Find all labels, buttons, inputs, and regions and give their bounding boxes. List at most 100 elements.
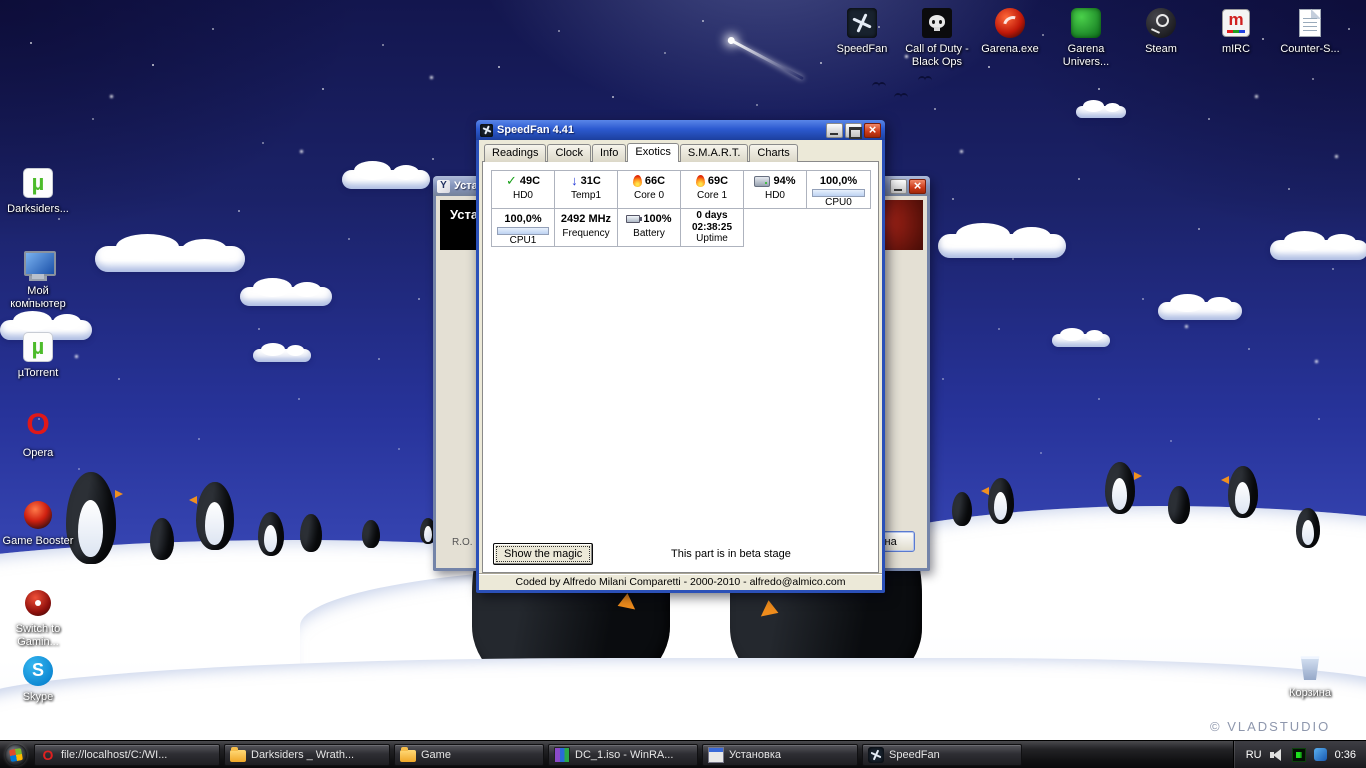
task-label: DC_1.iso - WinRA...	[575, 748, 674, 761]
speedfan-tray-icon[interactable]	[1291, 747, 1306, 762]
desktop-icon-garena-universe[interactable]: Garena Univers...	[1048, 6, 1124, 69]
penguin	[1221, 466, 1258, 518]
cpu0-progressbar	[812, 189, 865, 197]
skype-icon	[23, 656, 53, 686]
my-computer-icon	[22, 250, 56, 280]
speedfan-minimize-button[interactable]	[826, 122, 843, 138]
sensor-cell-cpu1: 100,0% CPU1	[492, 209, 555, 247]
penguin	[1105, 462, 1142, 514]
sensor-cell-core0: 66C Core 0	[618, 171, 681, 209]
desktop-icon-opera[interactable]: Opera	[0, 408, 76, 460]
desktop-icon-label: Мой компьютер	[10, 285, 66, 310]
desktop-icon-mirc[interactable]: mIRC	[1198, 6, 1274, 56]
sensor-value: 100,0%	[504, 213, 542, 225]
sensor-value: 100,0%	[819, 175, 858, 187]
game-booster-icon	[24, 501, 52, 529]
taskbar-task-speedfan[interactable]: SpeedFan	[862, 743, 1022, 766]
sensor-label: Temp1	[570, 190, 601, 201]
penguin	[1168, 486, 1190, 524]
check-icon	[506, 174, 517, 188]
start-button[interactable]	[0, 742, 32, 768]
desktop-icon-steam[interactable]: Steam	[1123, 6, 1199, 56]
penguin	[150, 518, 174, 560]
penguin	[981, 478, 1014, 524]
arrow-down-icon	[571, 174, 578, 188]
flame-icon	[632, 175, 642, 187]
installer-window-icon	[437, 179, 450, 193]
desktop-icon-game-booster[interactable]: Game Booster	[0, 498, 76, 548]
sensor-cell-cpu0: 100,0% CPU0	[807, 171, 871, 209]
task-label: SpeedFan	[889, 748, 940, 761]
sensor-cell-battery: 100% Battery	[618, 209, 681, 247]
speedfan-titlebar[interactable]: SpeedFan 4.41	[476, 120, 885, 140]
desktop-icon-call-of-duty[interactable]: Call of Duty - Black Ops	[899, 6, 975, 69]
volume-icon[interactable]	[1269, 748, 1284, 761]
setup-icon	[708, 746, 724, 763]
installer-minimize-button[interactable]	[890, 178, 907, 194]
sensor-value: 69C	[707, 175, 729, 187]
drive-icon	[754, 175, 771, 187]
desktop-icon-darksiders[interactable]: Darksiders...	[0, 166, 76, 216]
sensor-value: 100%	[643, 213, 672, 225]
desktop-icon-skype[interactable]: Skype	[0, 654, 76, 704]
speedfan-statusbar: Coded by Alfredo Milani Comparetti - 200…	[479, 573, 882, 590]
tab-smart[interactable]: S.M.A.R.T.	[679, 144, 749, 162]
tab-charts[interactable]: Charts	[749, 144, 798, 162]
taskbar-task-winrar[interactable]: DC_1.iso - WinRA...	[548, 743, 698, 766]
network-tray-icon[interactable]	[1313, 748, 1327, 761]
task-label: Установка	[729, 748, 781, 761]
desktop-icon-label: Skype	[22, 691, 54, 703]
sensor-value: 31C	[580, 175, 601, 187]
desktop-icon-my-computer[interactable]: Мой компьютер	[0, 248, 76, 311]
sensor-label: Uptime	[696, 233, 728, 244]
taskbar-task-game[interactable]: Game	[394, 743, 544, 766]
folder-icon	[400, 747, 416, 762]
desktop-icon-switch-to-gaming[interactable]: Switch to Gamin...	[0, 586, 76, 649]
speedfan-window-icon	[480, 123, 493, 137]
speedfan-close-button[interactable]	[864, 122, 881, 138]
flame-icon	[695, 175, 705, 187]
cloud	[253, 343, 311, 362]
cloud	[1052, 328, 1110, 347]
desktop-icon-label: mIRC	[1221, 43, 1251, 55]
desktop-icon-label: Darksiders...	[7, 203, 69, 215]
sensor-label: HD0	[764, 190, 785, 201]
desktop-icon-garena[interactable]: Garena.exe	[972, 6, 1048, 56]
taskbar-task-darksiders[interactable]: Darksiders _ Wrath...	[224, 743, 390, 766]
penguin	[1296, 508, 1320, 548]
speedfan-window: SpeedFan 4.41 Readings Clock Info Exotic…	[476, 120, 885, 593]
sensor-value: 02:38:25	[691, 222, 733, 233]
desktop-icon-utorrent[interactable]: µTorrent	[0, 330, 76, 380]
desktop-icon-label: Корзина	[1289, 687, 1331, 699]
task-label: Darksiders _ Wrath...	[251, 748, 355, 761]
desktop-icon-counter-strike[interactable]: Counter-S...	[1272, 6, 1348, 56]
skull-icon	[922, 8, 952, 38]
desktop-icon-speedfan[interactable]: SpeedFan	[824, 6, 900, 56]
tab-info[interactable]: Info	[592, 144, 627, 162]
speedfan-icon	[847, 8, 877, 38]
desktop-icon-label: Call of Duty - Black Ops	[905, 43, 969, 68]
language-indicator[interactable]: RU	[1246, 749, 1262, 761]
show-the-magic-button[interactable]: Show the magic	[493, 543, 594, 565]
sensor-cell-temp1: 31C Temp1	[555, 171, 618, 209]
sensor-value: 2492 MHz	[560, 213, 612, 225]
cloud	[240, 278, 332, 306]
sensor-label: Core 1	[696, 190, 727, 201]
installer-close-button[interactable]	[909, 178, 926, 194]
tab-readings[interactable]: Readings	[484, 144, 547, 162]
tab-clock[interactable]: Clock	[547, 144, 591, 162]
speedfan-maximize-button[interactable]	[845, 122, 862, 139]
taskbar-clock[interactable]: 0:36	[1335, 749, 1356, 761]
sensor-label: Core 0	[633, 190, 664, 201]
taskbar-task-installer[interactable]: Установка	[702, 743, 858, 766]
cpu1-progressbar	[497, 227, 549, 235]
tab-exotics[interactable]: Exotics	[627, 143, 679, 162]
system-tray: RU 0:36	[1232, 741, 1366, 768]
steam-icon	[1146, 8, 1176, 38]
sensor-label: Frequency	[562, 228, 610, 239]
taskbar-task-opera[interactable]: file://localhost/C:/WI...	[34, 743, 220, 766]
desktop-icon-recycle-bin[interactable]: Корзина	[1272, 650, 1348, 700]
document-icon	[1299, 9, 1321, 37]
desktop: © VLADSTUDIO SpeedFan Call of Duty - Bla…	[0, 0, 1366, 768]
speedfan-title: SpeedFan 4.41	[497, 124, 575, 136]
